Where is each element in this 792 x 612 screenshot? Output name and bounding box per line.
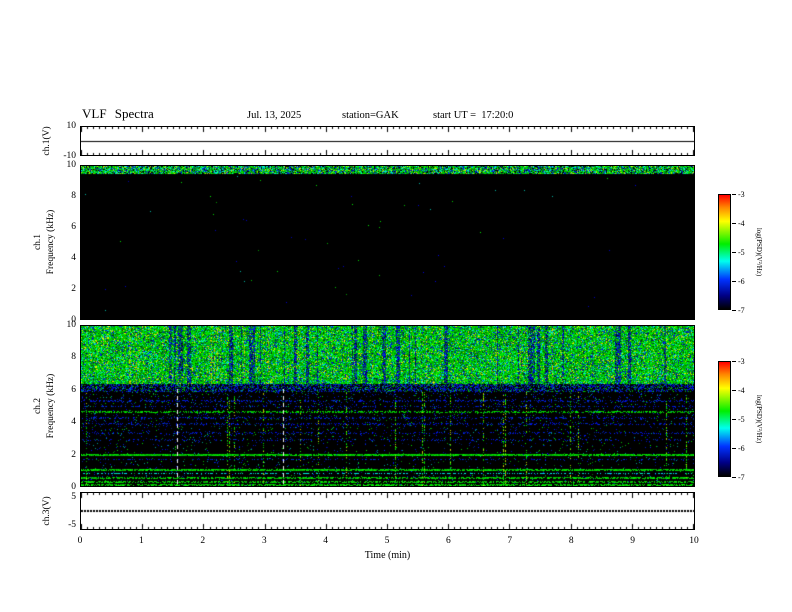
ch3-voltage-trace-canvas xyxy=(81,493,694,529)
x-tick-label: 0 xyxy=(77,536,83,546)
y-tick-label: 10 xyxy=(66,320,77,330)
ch2-spectrogram-axis-label: Frequency (kHz) xyxy=(46,373,56,439)
colorbar-tick-label: -5 xyxy=(738,415,745,424)
ch1-spectrogram-axis-label: Frequency (kHz) xyxy=(46,209,56,275)
figure-date: Jul. 13, 2025 xyxy=(247,110,302,121)
ch1-spectrogram-panel xyxy=(80,165,695,320)
x-tick-label: 8 xyxy=(568,536,574,546)
colorbar-tick-label: -3 xyxy=(738,190,745,199)
colorbar-tick-label: -7 xyxy=(738,306,745,315)
colorbar-lower-label: log(PSD)(V²/Hz) xyxy=(755,394,763,444)
colorbar-tick-mark xyxy=(732,361,736,362)
y-tick-label: 6 xyxy=(71,384,76,395)
y-tick-label: 8 xyxy=(71,352,76,363)
colorbar-tick-mark xyxy=(732,194,736,195)
x-axis-label: Time (min) xyxy=(364,550,411,561)
colorbar-tick-label: -4 xyxy=(738,386,745,395)
y-tick-label: 5 xyxy=(71,491,76,502)
y-tick-label: 2 xyxy=(71,284,76,294)
ch1-voltage-panel xyxy=(80,126,695,156)
colorbar-tick-mark xyxy=(732,477,736,478)
colorbar-tick-mark xyxy=(732,223,736,224)
y-tick-label: 0 xyxy=(71,482,76,492)
colorbar-upper xyxy=(718,194,731,310)
figure-title: VLF Spectra xyxy=(82,106,154,121)
x-tick-label: 3 xyxy=(261,536,267,546)
colorbar-tick-label: -3 xyxy=(738,357,745,366)
ch2-spectrogram-panel xyxy=(80,325,695,487)
vlf-spectra-figure: VLF Spectra Jul. 13, 2025 station=GAK st… xyxy=(0,0,792,612)
y-tick-label: 6 xyxy=(71,222,76,232)
colorbar-lower xyxy=(718,361,731,477)
x-tick-label: 2 xyxy=(200,536,206,546)
ch1-spectrogram-canvas xyxy=(81,166,694,319)
colorbar-tick-mark xyxy=(732,310,736,311)
x-tick-label: 6 xyxy=(446,536,451,546)
station-label: station=GAK xyxy=(342,110,399,121)
ch2-spectrogram-channel-label: ch.2 xyxy=(33,397,43,415)
ch1-voltage-trace-canvas xyxy=(81,127,694,155)
x-tick-label: 9 xyxy=(630,536,635,546)
y-tick-label: 2 xyxy=(71,449,76,460)
colorbar-upper-label: log(PSD)(V²/Hz) xyxy=(755,227,763,277)
y-tick-label: 8 xyxy=(71,191,76,201)
x-tick-label: 10 xyxy=(689,536,699,546)
ch2-spectrogram-canvas xyxy=(81,326,694,486)
colorbar-tick-label: -6 xyxy=(738,277,745,286)
colorbar-tick-label: -7 xyxy=(738,473,745,482)
x-tick-label: 7 xyxy=(507,536,513,546)
colorbar-tick-mark xyxy=(732,448,736,449)
colorbar-tick-label: -6 xyxy=(738,444,745,453)
x-tick-label: 1 xyxy=(139,536,144,546)
y-tick-label: -5 xyxy=(68,520,76,531)
colorbar-tick-mark xyxy=(732,252,736,253)
start-ut-label: start UT = 17:20:0 xyxy=(433,110,514,121)
colorbar-tick-label: -4 xyxy=(738,219,745,228)
colorbar-tick-label: -5 xyxy=(738,248,745,257)
y-tick-label: 4 xyxy=(71,417,76,428)
colorbar-tick-mark xyxy=(732,281,736,282)
colorbar-tick-mark xyxy=(732,419,736,420)
y-tick-label: 10 xyxy=(66,121,77,131)
y-tick-label: 4 xyxy=(71,253,76,263)
x-tick-label: 4 xyxy=(323,536,328,546)
colorbar-tick-mark xyxy=(732,390,736,391)
ch1-spectrogram-channel-label: ch.1 xyxy=(33,233,43,251)
x-tick-label: 5 xyxy=(384,536,390,546)
y-tick-label: 10 xyxy=(66,160,77,170)
ch3-voltage-panel xyxy=(80,492,695,530)
